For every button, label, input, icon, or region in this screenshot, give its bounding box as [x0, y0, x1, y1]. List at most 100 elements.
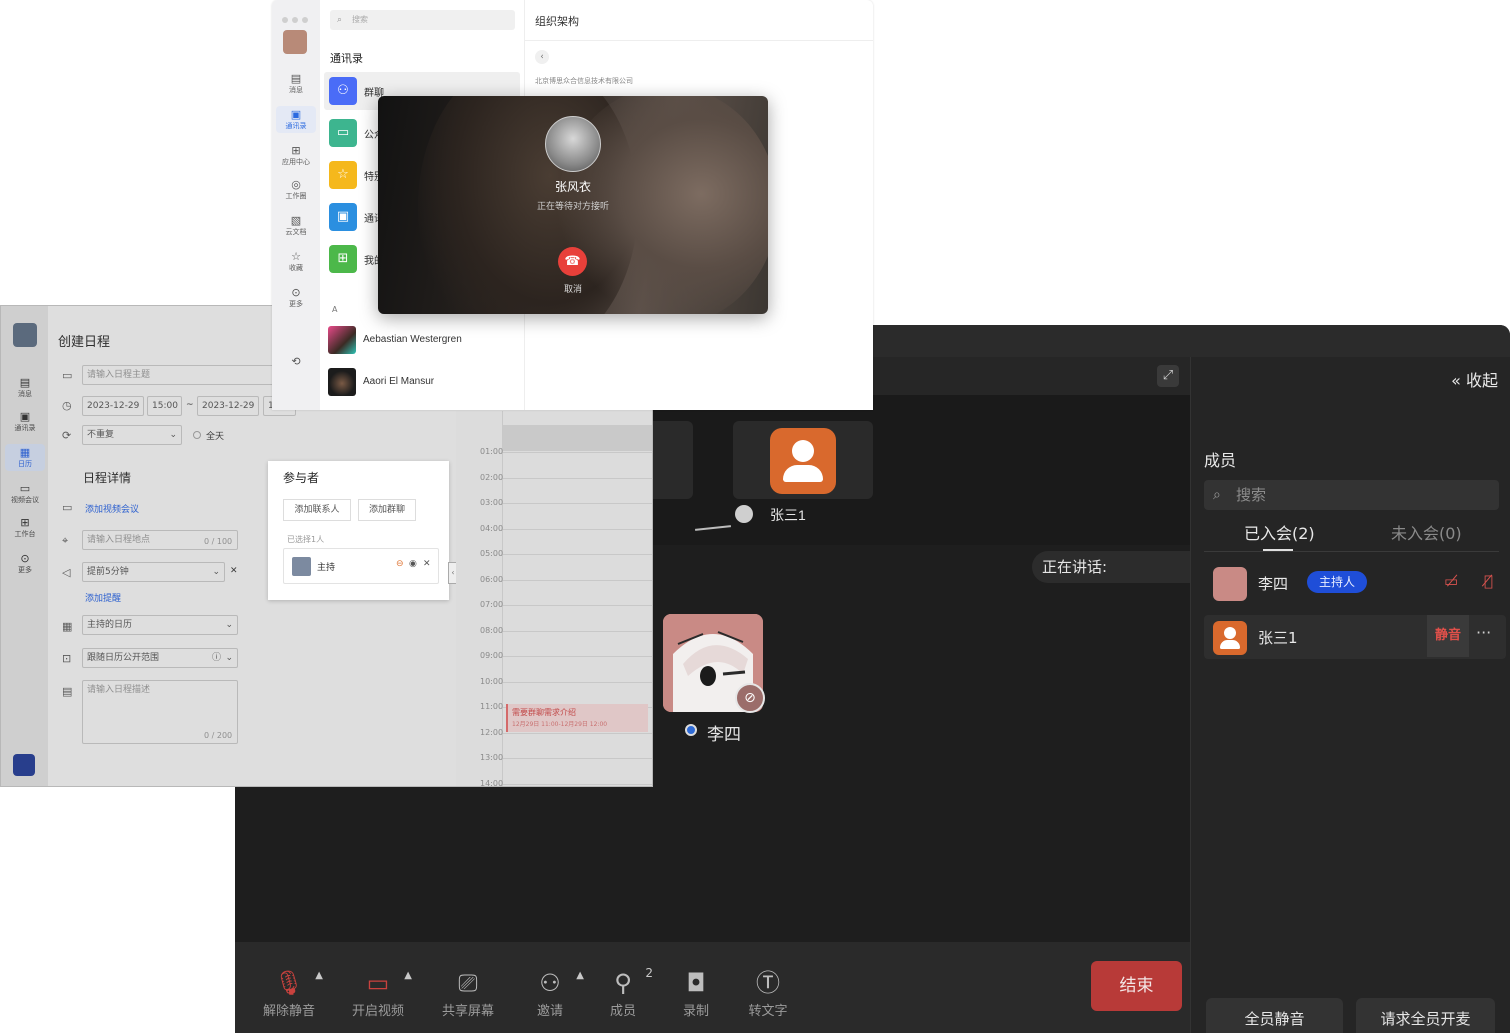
search-input[interactable]: ⌕ 搜索: [330, 10, 515, 30]
chevron-down-icon: ⌄: [169, 430, 177, 440]
nav-contacts[interactable]: ▣ 通讯录: [276, 106, 316, 133]
app-logo-icon[interactable]: [13, 754, 35, 776]
transcribe-button[interactable]: Ⓣ 转文字: [732, 966, 804, 1019]
invite-button[interactable]: ⚇ ▲ 邀请: [514, 966, 586, 1019]
tab-joined[interactable]: 已入会(2): [1244, 520, 1315, 544]
video-tile-zhangsan[interactable]: [733, 421, 873, 499]
visibility-select[interactable]: 跟随日历公开范围 ⓘ ⌄: [82, 648, 238, 668]
members-button[interactable]: ⚲ 2 成员: [587, 966, 659, 1019]
nav-messages[interactable]: ▤ 消息: [276, 72, 316, 95]
hour-gridline: [503, 758, 652, 759]
hour-label: 11:00: [480, 702, 504, 711]
mute-all-button[interactable]: 全员静音: [1206, 998, 1343, 1033]
cloud-doc-icon: ▧: [290, 214, 302, 227]
toolbar-label: 共享屏幕: [441, 1004, 494, 1019]
reminder-select[interactable]: 提前5分钟 ⌄: [82, 562, 225, 582]
fullscreen-icon[interactable]: ⤢: [1157, 365, 1179, 387]
calendar-select[interactable]: 主持的日历 ⌄: [82, 615, 238, 635]
request-unmute-all-button[interactable]: 请求全员开麦: [1356, 998, 1495, 1033]
hour-gridline: [503, 452, 652, 453]
nav-video-meeting[interactable]: ▭ 视频会议: [5, 482, 45, 505]
member-count: 2: [645, 966, 653, 980]
end-meeting-button[interactable]: 结束: [1091, 961, 1182, 1011]
nav-messages[interactable]: ▤ 消息: [5, 376, 45, 399]
nav-favorites[interactable]: ☆ 收藏: [276, 250, 316, 273]
caret-up-icon[interactable]: ▲: [576, 970, 584, 981]
mic-off-icon[interactable]: 🎙̸: [1484, 572, 1493, 590]
nav-apps[interactable]: ⊞ 应用中心: [276, 144, 316, 167]
unmute-button[interactable]: 🎙 ▲ 解除静音: [253, 966, 325, 1019]
nav-more[interactable]: ⊙ 更多: [5, 552, 45, 575]
subject-input[interactable]: 请输入日程主题: [82, 365, 282, 385]
share-screen-button[interactable]: ⎚ 共享屏幕: [432, 966, 504, 1019]
user-avatar[interactable]: [13, 323, 37, 347]
member-row[interactable]: 李四 主持人 ▭̸ 🎙̸: [1204, 561, 1506, 605]
caret-up-icon[interactable]: ▲: [315, 970, 323, 981]
settings-icon[interactable]: ⟲: [276, 355, 316, 368]
collapse-button[interactable]: « 收起: [1451, 367, 1498, 391]
hour-gridline: [503, 630, 652, 632]
meeting-toolbar: 🎙 ▲ 解除静音 ▭ ▲ 开启视频 ⎚ 共享屏幕 ⚇ ▲ 邀请 ⚲ 2 成员 ◘…: [235, 942, 1190, 1033]
nav-more[interactable]: ⊙ 更多: [276, 286, 316, 309]
nav-calendar[interactable]: ▦ 日历: [5, 444, 45, 471]
workbench-icon: ⊞: [20, 516, 30, 529]
eye-icon[interactable]: ◉: [409, 559, 417, 569]
add-group-button[interactable]: 添加群聊: [358, 499, 416, 521]
start-video-button[interactable]: ▭ ▲ 开启视频: [342, 966, 414, 1019]
company-name[interactable]: 北京博思众合信息技术有限公司: [535, 76, 633, 86]
nav-cloud-docs[interactable]: ▧ 云文档: [276, 214, 316, 237]
record-button[interactable]: ◘ 录制: [660, 966, 732, 1019]
hour-gridline: [503, 554, 652, 555]
start-time-field[interactable]: 15:00: [147, 396, 182, 416]
group-icon: ⚇: [329, 77, 357, 105]
hangup-button[interactable]: ☎: [558, 247, 587, 276]
nav-workcircle[interactable]: ◎ 工作圈: [276, 178, 316, 201]
panel-title: 成员: [1204, 451, 1237, 470]
member-panel: « 收起 成员 ⌕ 搜索 已入会(2) 未入会(0) 李四 主持人 ▭̸ 🎙̸: [1190, 357, 1510, 1033]
contact-row[interactable]: Aaori El Mansur: [328, 368, 518, 404]
member-row[interactable]: 张三1 静音 ···: [1204, 615, 1506, 659]
user-avatar[interactable]: [283, 30, 307, 54]
add-reminder-link[interactable]: 添加提醒: [85, 591, 121, 604]
chevron-down-icon: ⌄: [225, 620, 233, 630]
end-date-field[interactable]: 2023-12-29: [197, 396, 259, 416]
video-off-icon[interactable]: ▭̸: [1444, 572, 1458, 590]
help-icon[interactable]: ⓘ: [212, 649, 221, 667]
toolbar-label: 成员: [609, 1004, 636, 1019]
remove-reminder-icon[interactable]: ✕: [230, 566, 238, 576]
contact-row[interactable]: Aebastian Westergren: [328, 326, 518, 362]
timeline-event[interactable]: 需要群聊需求介绍 12月29日 11:00-12月29日 12:00: [506, 704, 648, 732]
search-placeholder: 搜索: [1236, 486, 1267, 504]
repeat-select[interactable]: 不重复 ⌄: [82, 425, 182, 445]
nav-label: 日历: [18, 460, 32, 468]
nav-contacts[interactable]: ▣ 通讯录: [5, 410, 45, 433]
participants-panel: 参与者 添加联系人 添加群聊 已选择1人 主持 ⊖ ◉ ✕: [268, 461, 449, 600]
tab-not-joined[interactable]: 未入会(0): [1391, 520, 1462, 544]
all-day-checkbox[interactable]: [193, 431, 201, 439]
org-title: 组织架构: [535, 15, 579, 28]
window-controls[interactable]: [282, 8, 312, 27]
mute-member-button[interactable]: 静音: [1427, 615, 1469, 657]
hour-label: 10:00: [480, 676, 504, 686]
speaking-indicator: 正在讲话:: [1032, 551, 1190, 583]
search-icon: ⌕: [337, 15, 343, 25]
selected-count: 已选择1人: [287, 535, 325, 544]
toolbar-label: 录制: [682, 1004, 709, 1019]
clock-icon: ◷: [62, 399, 72, 412]
add-video-meeting-link[interactable]: 添加视频会议: [85, 502, 139, 515]
more-icon[interactable]: ···: [1476, 623, 1491, 642]
nav-label: 消息: [289, 86, 303, 94]
caret-up-icon[interactable]: ▲: [404, 970, 412, 981]
callee-name: 张风衣: [554, 180, 591, 194]
description-icon: ▤: [62, 685, 73, 698]
add-contact-button[interactable]: 添加联系人: [283, 499, 351, 521]
nav-workbench[interactable]: ⊞ 工作台: [5, 516, 45, 539]
hour-label: 08:00: [480, 625, 504, 635]
start-date-field[interactable]: 2023-12-29: [82, 396, 144, 416]
member-search-input[interactable]: ⌕ 搜索: [1204, 480, 1499, 510]
chevron-left-icon[interactable]: ‹: [535, 50, 549, 64]
hour-gridline: [503, 503, 652, 504]
phone-hangup-icon: ☎: [564, 254, 581, 269]
close-icon[interactable]: ✕: [423, 559, 431, 569]
tile-name: 李四: [707, 725, 741, 745]
